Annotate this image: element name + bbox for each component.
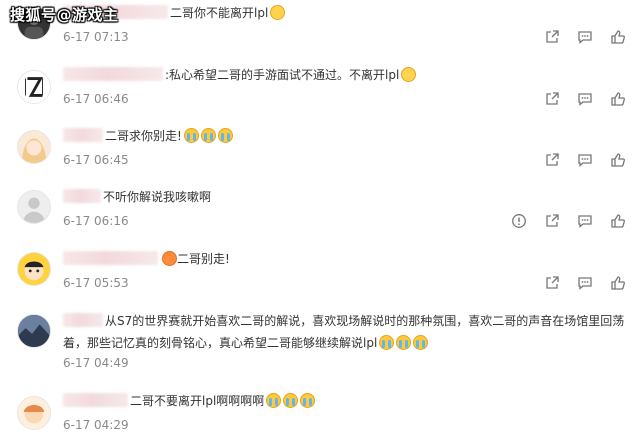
avatar[interactable]: [17, 190, 51, 224]
comment-item: 从S7的世界赛就开始喜欢二哥的解说，喜欢现场解说时的那种氛围，喜欢二哥的声音在场…: [0, 308, 640, 378]
report-icon[interactable]: [511, 213, 527, 229]
comment-item: 二哥别走! 6-17 05:53: [0, 244, 640, 298]
share-icon[interactable]: [544, 213, 560, 229]
share-icon[interactable]: [544, 152, 560, 168]
like-icon[interactable]: [610, 29, 626, 45]
comment-actions: [494, 213, 626, 229]
comment-text: 二哥求你别走!: [63, 125, 626, 147]
sad-emoji-icon: [401, 67, 417, 82]
comment-icon[interactable]: [577, 213, 593, 229]
crying-emoji-icon: [413, 335, 429, 350]
comment-actions: [527, 91, 626, 107]
comment-item: 不听你解说我咳嗽啊 6-17 06:16: [0, 180, 640, 234]
comment-time: 6-17 06:16: [63, 214, 129, 228]
comment-content: :私心希望二哥的手游面试不通过。不离开lpl: [165, 68, 400, 82]
comment-icon[interactable]: [577, 275, 593, 291]
angry-emoji-icon: [162, 251, 177, 266]
avatar[interactable]: [17, 314, 51, 348]
like-icon[interactable]: [610, 91, 626, 107]
crying-emoji-icon: [200, 128, 216, 143]
comment-item: 二哥求你别走! 6-17 06:45: [0, 120, 640, 174]
crying-emoji-icon: [217, 128, 233, 143]
crying-emoji-icon: [396, 335, 412, 350]
comment-content: 二哥你不能离开lpl: [170, 6, 269, 20]
comment-content: 二哥别走!: [177, 252, 230, 266]
comment-item: :私心希望二哥的手游面试不通过。不离开lpl 6-17 06:46: [0, 58, 640, 114]
comment-icon[interactable]: [577, 152, 593, 168]
comment-text: 不听你解说我咳嗽啊: [63, 186, 626, 208]
comment-item: 二哥不要离开lpl啊啊啊啊 6-17 04:29: [0, 388, 640, 444]
comment-text: 二哥不要离开lpl啊啊啊啊: [63, 390, 626, 412]
comment-icon[interactable]: [577, 91, 593, 107]
comment-actions: [527, 29, 626, 45]
comment-time: 6-17 06:45: [63, 153, 129, 167]
comment-actions: [527, 275, 626, 291]
comment-time: 6-17 05:53: [63, 276, 129, 290]
crying-emoji-icon: [283, 393, 299, 408]
share-icon[interactable]: [544, 29, 560, 45]
share-icon[interactable]: [544, 275, 560, 291]
avatar[interactable]: [17, 130, 51, 164]
comment-time: 6-17 07:13: [63, 30, 129, 44]
crying-emoji-icon: [266, 393, 282, 408]
comment-content: 从S7的世界赛就开始喜欢二哥的解说，喜欢现场解说时的那种氛围，喜欢二哥的声音在场…: [63, 314, 625, 350]
comment-content: 不听你解说我咳嗽啊: [103, 190, 212, 204]
crying-emoji-icon: [379, 335, 395, 350]
comment-actions: [527, 152, 626, 168]
like-icon[interactable]: [610, 152, 626, 168]
comment-text: 二哥别走!: [63, 248, 626, 270]
comment-text: 二哥你不能离开lpl: [63, 2, 626, 24]
comment-text: :私心希望二哥的手游面试不通过。不离开lpl: [63, 64, 626, 86]
crying-emoji-icon: [300, 393, 316, 408]
like-icon[interactable]: [610, 275, 626, 291]
watermark: 搜狐号@游戏主: [10, 6, 119, 24]
comment-content: 二哥不要离开lpl啊啊啊啊: [130, 394, 265, 408]
comment-time: 6-17 04:29: [63, 418, 129, 432]
avatar[interactable]: [17, 396, 51, 430]
like-icon[interactable]: [610, 213, 626, 229]
avatar[interactable]: [17, 70, 51, 104]
comment-time: 6-17 06:46: [63, 92, 129, 106]
avatar[interactable]: [17, 252, 51, 286]
comment-text: 从S7的世界赛就开始喜欢二哥的解说，喜欢现场解说时的那种氛围，喜欢二哥的声音在场…: [63, 310, 626, 354]
comment-time: 6-17 04:49: [63, 356, 129, 370]
comment-icon[interactable]: [577, 29, 593, 45]
share-icon[interactable]: [544, 91, 560, 107]
crying-emoji-icon: [183, 128, 199, 143]
comment-content: 二哥求你别走!: [105, 129, 182, 143]
sad-emoji-icon: [270, 5, 286, 20]
